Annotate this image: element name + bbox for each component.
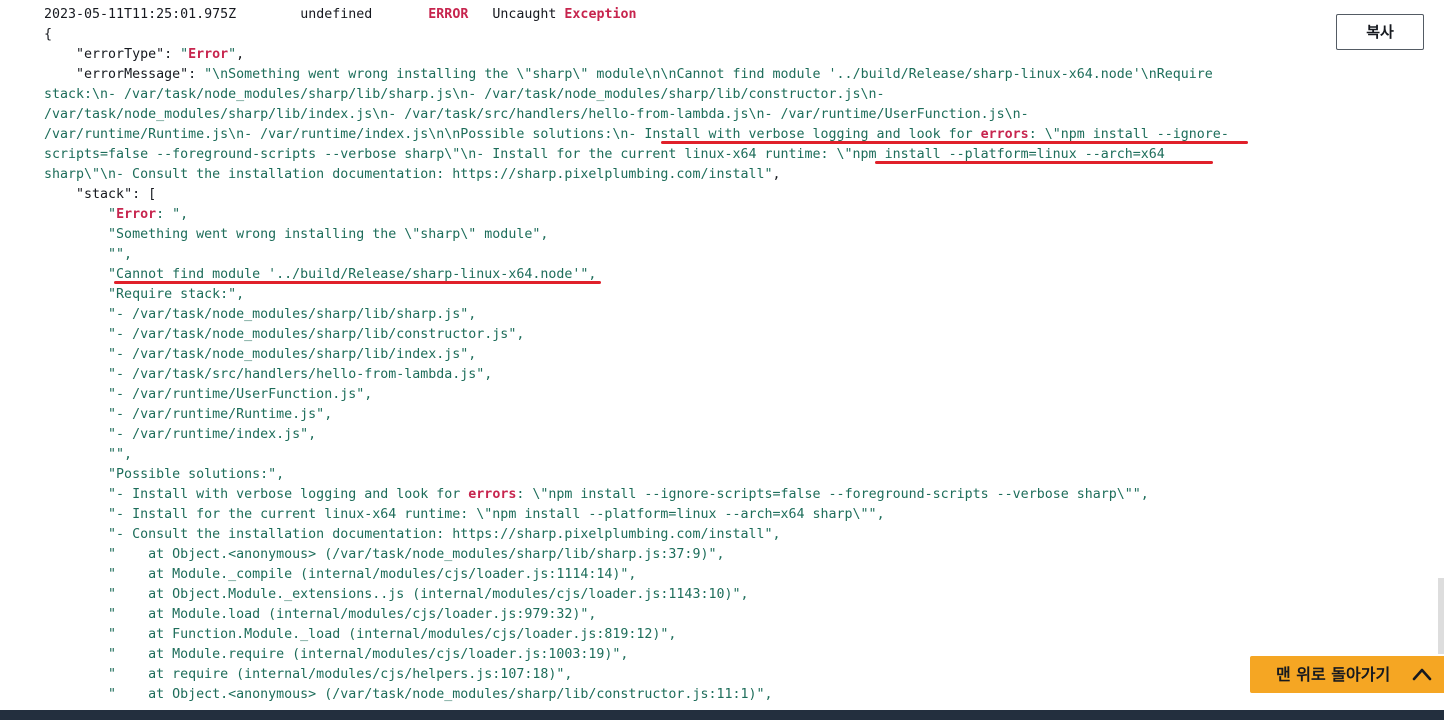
- stack-line: " at Object.Module._extensions..js (inte…: [108, 587, 749, 602]
- stack-line: "Possible solutions:",: [108, 467, 285, 482]
- stack-line: "- /var/runtime/Runtime.js",: [108, 407, 333, 422]
- stack-line: "Error: ",: [108, 207, 189, 222]
- log-request-id: undefined: [300, 7, 373, 22]
- stack-line: "Cannot find module '../build/Release/sh…: [44, 265, 1284, 285]
- stack-line: " at Object.<anonymous> (/var/task/node_…: [108, 687, 773, 702]
- chevron-up-icon: [1412, 668, 1432, 681]
- json-open-brace: {: [44, 27, 53, 42]
- stack-line: " at Module.require (internal/modules/cj…: [108, 647, 629, 662]
- stack-line: "Require stack:",: [108, 287, 245, 302]
- stack-line: "- /var/task/node_modules/sharp/lib/shar…: [108, 307, 477, 322]
- stack-key-line: "stack": [: [76, 187, 157, 202]
- stack-line: "Something went wrong installing the \"s…: [108, 227, 549, 242]
- error-type-line: "errorType": "Error",: [76, 47, 245, 62]
- error-message-line-5: scripts=false --foreground-scripts --ver…: [44, 145, 1284, 165]
- scrollbar-thumb[interactable]: [1438, 578, 1444, 654]
- error-message-line-2: stack:\n- /var/task/node_modules/sharp/l…: [44, 87, 885, 102]
- stack-line: "- /var/runtime/index.js",: [108, 427, 317, 442]
- stack-line: "",: [108, 247, 133, 262]
- log-timestamp: 2023-05-11T11:25:01.975Z: [44, 7, 237, 22]
- stack-line: " at Module.load (internal/modules/cjs/l…: [108, 607, 597, 622]
- stack-line: " at require (internal/modules/cjs/helpe…: [108, 667, 573, 682]
- error-message-line-6: sharp\"\n- Consult the installation docu…: [44, 167, 781, 182]
- error-message-key: "errorMessage": [76, 67, 189, 82]
- error-message-line-4: /var/runtime/Runtime.js\n- /var/runtime/…: [44, 125, 1284, 145]
- stack-line: " at Module._compile (internal/modules/c…: [108, 567, 637, 582]
- stack-line: "- Install for the current linux-x64 run…: [108, 507, 885, 522]
- error-message-line-1: "errorMessage": "\nSomething went wrong …: [76, 67, 1213, 82]
- stack-line: "- /var/runtime/UserFunction.js",: [108, 387, 373, 402]
- back-to-top-button[interactable]: 맨 위로 돌아가기: [1250, 656, 1444, 693]
- stack-line: "",: [108, 447, 133, 462]
- log-message-prefix: Uncaught: [492, 7, 557, 22]
- stack-line: "- Install with verbose logging and look…: [108, 487, 1149, 502]
- annotation-underline: [661, 141, 1248, 144]
- log-header-line: 2023-05-11T11:25:01.975Z undefined ERROR…: [44, 5, 1284, 25]
- stack-line: " at Function.Module._load (internal/mod…: [108, 627, 677, 642]
- stack-line: " at Object.<anonymous> (/var/task/node_…: [108, 547, 725, 562]
- stack-key: "stack": [76, 187, 133, 202]
- stack-line: "- /var/task/node_modules/sharp/lib/cons…: [108, 327, 525, 342]
- error-type-key: "errorType": [76, 47, 165, 62]
- log-message-type: Exception: [564, 7, 637, 22]
- copy-button[interactable]: 복사: [1336, 14, 1424, 50]
- annotation-underline: [114, 281, 601, 284]
- back-to-top-label: 맨 위로 돌아가기: [1276, 665, 1391, 684]
- bottom-bar: [0, 710, 1444, 720]
- log-level: ERROR: [428, 7, 469, 22]
- log-output: 2023-05-11T11:25:01.975Z undefined ERROR…: [44, 5, 1284, 705]
- error-type-value: Error: [188, 47, 229, 62]
- stack-line: "- /var/task/src/handlers/hello-from-lam…: [108, 367, 493, 382]
- annotation-underline: [875, 161, 1213, 164]
- stack-line: "- Consult the installation documentatio…: [108, 527, 781, 542]
- stack-line: "- /var/task/node_modules/sharp/lib/inde…: [108, 347, 477, 362]
- error-message-line-3: /var/task/node_modules/sharp/lib/index.j…: [44, 107, 1029, 122]
